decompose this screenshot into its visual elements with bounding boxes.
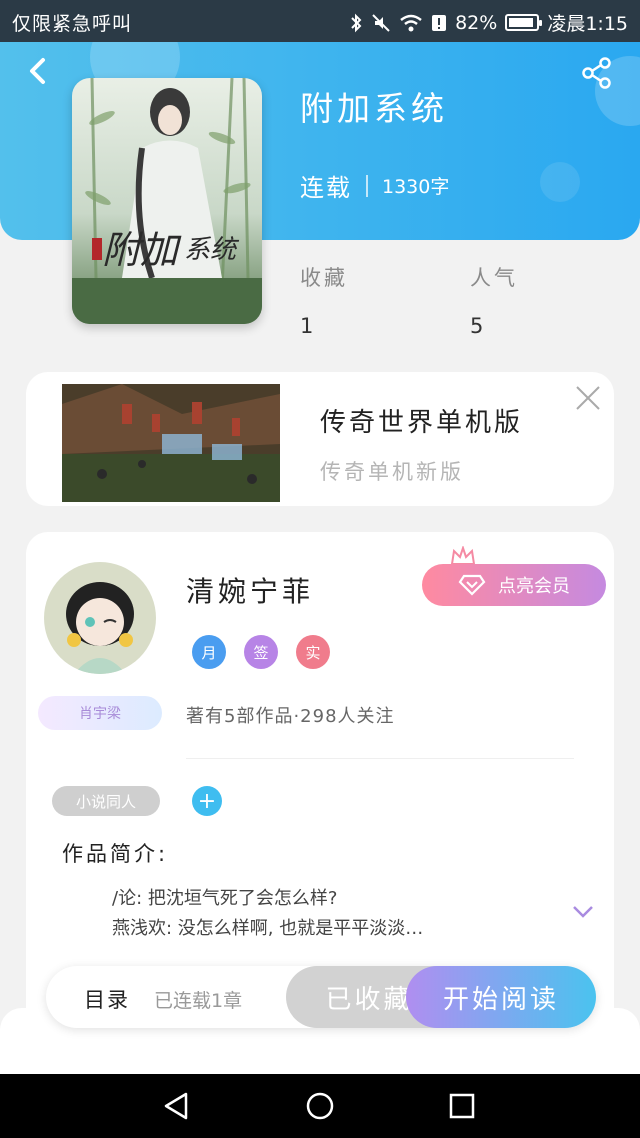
vip-button-label: 点亮会员 [498, 576, 570, 597]
works-info: 著有5部作品·298人关注 [186, 706, 395, 727]
popularity-label: 人气 [470, 266, 518, 290]
bluetooth-icon [351, 13, 362, 32]
divider [186, 758, 574, 759]
battery-percent: 82% [455, 11, 498, 34]
ad-title: 传奇世界单机版 [320, 408, 524, 438]
badge-monthly[interactable]: 月 [192, 635, 226, 669]
badge-verified[interactable]: 实 [296, 635, 330, 669]
book-title: 附加系统 [300, 89, 448, 128]
intro-line-1: /论: 把沈垣气死了会怎么样? [112, 888, 338, 909]
start-reading-button[interactable]: 开始阅读 [406, 966, 596, 1028]
toc-button[interactable]: 目录 [84, 984, 130, 1014]
genre-tag[interactable]: 小说同人 [52, 786, 160, 816]
book-meta: 连载 1330字 [300, 168, 449, 203]
meta-divider [366, 174, 368, 197]
start-reading-label: 开始阅读 [442, 984, 559, 1015]
clock: 凌晨1:15 [547, 13, 628, 35]
ad-image [62, 384, 280, 502]
vip-button[interactable]: 点亮会员 [422, 564, 606, 606]
chevron-down-icon [573, 906, 593, 918]
favorites-value: 1 [300, 314, 314, 338]
avatar[interactable] [44, 562, 156, 674]
nav-back-icon[interactable] [160, 1090, 192, 1122]
author-badges: 月 签 实 [192, 635, 330, 669]
alert-icon [432, 14, 447, 31]
favorites-label: 收藏 [300, 266, 348, 290]
popularity-stat: 人气 5 [470, 262, 518, 338]
ad-card[interactable]: 传奇世界单机版 传奇单机新版 [26, 372, 614, 506]
carrier-text: 仅限紧急呼叫 [12, 13, 133, 35]
share-button[interactable] [580, 56, 614, 90]
ad-subtitle: 传奇单机新版 [320, 460, 464, 484]
nickname-tag: 肖宇梁 [38, 696, 162, 730]
badge-signed[interactable]: 签 [244, 635, 278, 669]
share-icon [582, 57, 611, 89]
crown-icon [450, 546, 476, 565]
nav-home-icon[interactable] [304, 1090, 336, 1122]
add-tag-button[interactable]: + [192, 786, 222, 816]
ad-close-button[interactable] [574, 384, 602, 412]
close-icon [576, 386, 600, 410]
book-cover[interactable]: 附加 系统 [72, 78, 262, 324]
intro-line-2: 燕浅欢: 没怎么样啊, 也就是平平淡淡… [112, 918, 424, 939]
status-bar: 仅限紧急呼叫 82% 凌晨1:15 [0, 0, 640, 42]
chevron-left-icon [30, 58, 45, 84]
wifi-icon [400, 14, 422, 31]
diamond-icon [458, 574, 486, 596]
chapters-count[interactable]: 已连载1章 [154, 986, 242, 1013]
mute-icon [372, 13, 390, 32]
svg-text:附加: 附加 [102, 228, 182, 272]
collected-label: 已收藏 [325, 984, 413, 1015]
back-button[interactable] [20, 54, 54, 88]
word-count: 1330字 [382, 176, 450, 198]
action-bar: 目录 已连载1章 已收藏 开始阅读 [46, 966, 596, 1028]
status-icons: 82% 凌晨1:15 [349, 9, 628, 36]
favorites-stat: 收藏 1 [300, 262, 348, 338]
author-name[interactable]: 清婉宁菲 [186, 570, 314, 610]
system-nav-bar [0, 1074, 640, 1138]
svg-text:系统: 系统 [184, 235, 240, 265]
battery-icon [505, 14, 543, 31]
intro-label: 作品简介: [62, 842, 169, 866]
cover-image: 附加 系统 [72, 78, 262, 324]
nav-recents-icon[interactable] [446, 1090, 478, 1122]
expand-intro-button[interactable] [572, 904, 594, 918]
intro-text: /论: 把沈垣气死了会怎么样? 燕浅欢: 没怎么样啊, 也就是平平淡淡… [112, 884, 572, 944]
popularity-value: 5 [470, 314, 484, 338]
serial-status: 连载 [300, 174, 352, 202]
